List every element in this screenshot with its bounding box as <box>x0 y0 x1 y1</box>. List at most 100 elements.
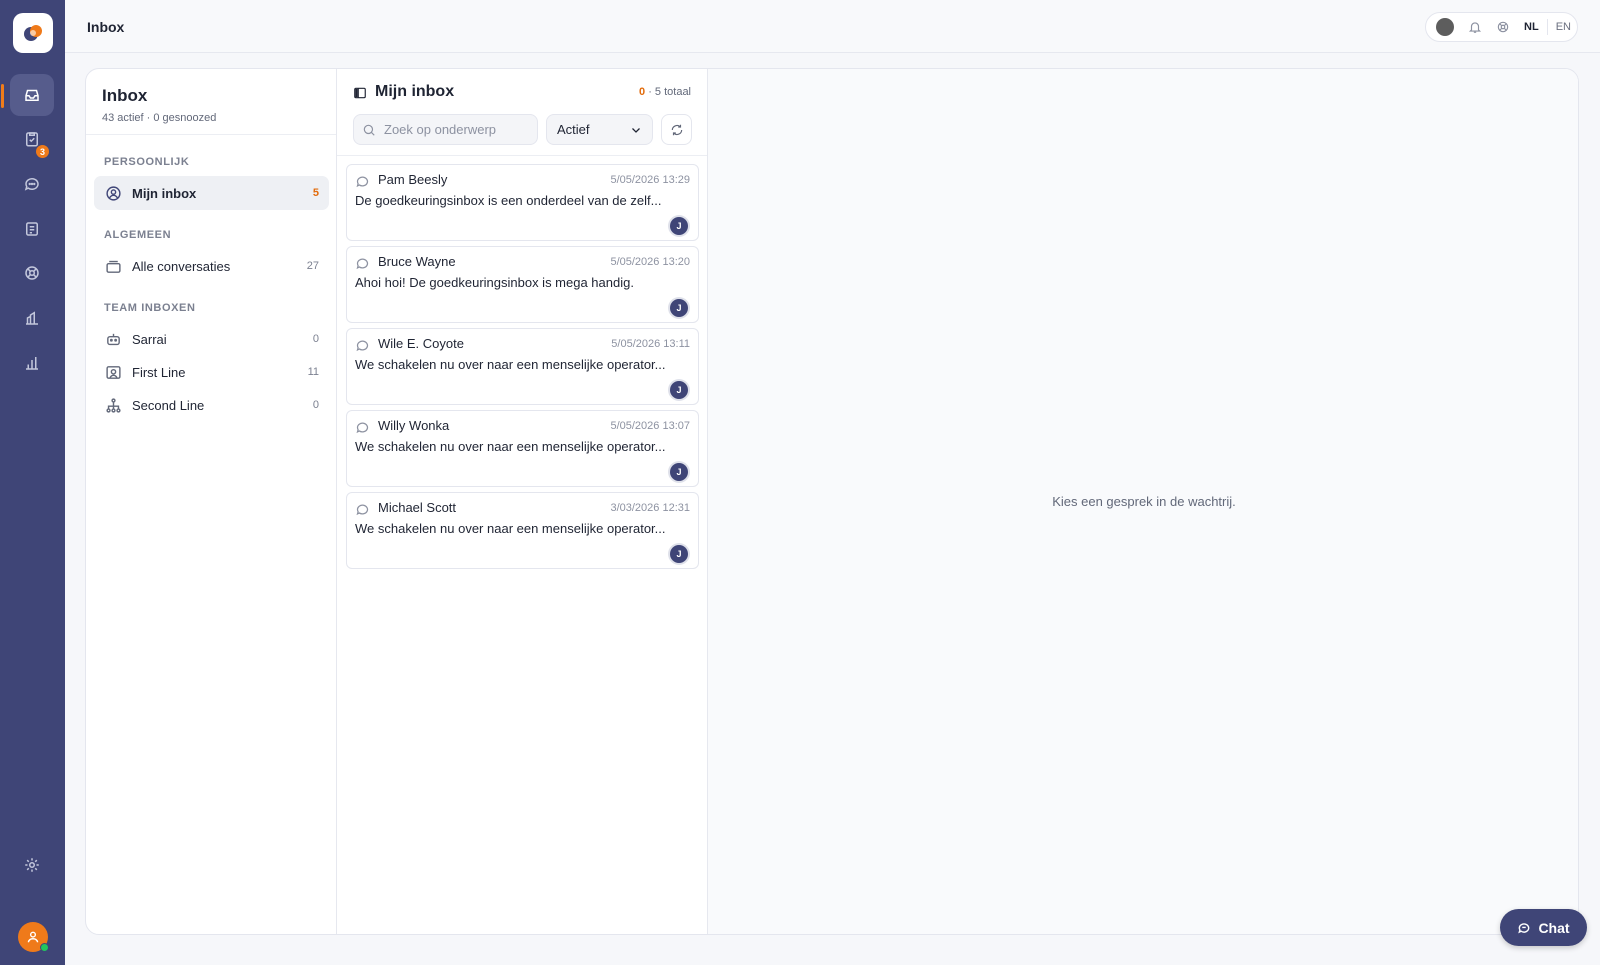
divider <box>86 134 336 135</box>
language-nl[interactable]: NL <box>1524 21 1539 33</box>
search-input[interactable] <box>384 122 524 137</box>
robot-icon <box>104 330 122 348</box>
conversation-name: Bruce Wayne <box>378 254 456 269</box>
bell-icon[interactable] <box>1468 20 1482 34</box>
app-rail: 3 <box>0 0 65 965</box>
assignee-avatar: J <box>670 299 688 317</box>
nav-item-label: Sarrai <box>132 331 167 347</box>
chat-button[interactable]: Chat <box>1500 909 1587 946</box>
conversation-preview: We schakelen nu over naar een menselijke… <box>355 521 666 536</box>
conversation-time: 5/05/2026 13:11 <box>611 338 690 350</box>
conversation-name: Michael Scott <box>378 500 457 515</box>
rail-settings-button[interactable] <box>10 844 54 886</box>
conversation-name: Pam Beesly <box>378 172 448 187</box>
nav-item-second-line[interactable]: Second Line 0 <box>94 388 329 422</box>
sidebar-toggle-icon[interactable] <box>353 86 367 105</box>
gear-icon <box>25 858 39 872</box>
logo-icon <box>24 25 42 41</box>
page-title: Inbox <box>87 19 125 35</box>
conversation-item[interactable]: Wile E. Coyote 5/05/2026 13:11 We schake… <box>346 328 699 405</box>
status-toggle[interactable] <box>1436 18 1455 36</box>
list-count-total: · 5 totaal <box>645 86 691 98</box>
section-personal: PERSOONLIJK <box>104 156 190 168</box>
assignee-avatar: J <box>670 217 688 235</box>
assignee-avatar: J <box>670 545 688 563</box>
rail-analytics-button[interactable] <box>10 342 54 384</box>
inbox-card: Inbox 43 actief · 0 gesnoozed PERSOONLIJ… <box>85 68 1579 935</box>
status-filter-select[interactable]: Actief <box>546 114 653 145</box>
refresh-icon <box>671 124 682 135</box>
document-icon <box>26 222 38 236</box>
rail-reports-button[interactable] <box>10 297 54 339</box>
conversation-time: 3/03/2026 12:31 <box>610 502 690 514</box>
chat-bubble-icon <box>24 178 39 191</box>
active-nav-marker <box>1 84 4 108</box>
online-status-dot <box>40 943 49 952</box>
conversation-preview: We schakelen nu over naar een menselijke… <box>355 357 666 372</box>
tray-icon <box>104 257 122 275</box>
nav-item-label: Second Line <box>132 397 205 413</box>
empty-state-text: Kies een gesprek in de wachtrij. <box>1052 494 1236 509</box>
chevron-down-icon <box>632 127 640 133</box>
lifebuoy-icon[interactable] <box>1496 20 1510 34</box>
conversation-item[interactable]: Bruce Wayne 5/05/2026 13:20 Ahoi hoi! De… <box>346 246 699 323</box>
bar-chart-icon <box>26 357 38 370</box>
list-count: 0 · 5 totaal <box>639 86 691 98</box>
chat-bubble-icon <box>356 258 369 270</box>
conversation-preview: Ahoi hoi! De goedkeuringsinbox is mega h… <box>355 275 634 290</box>
topbar-tools: NL EN <box>1425 12 1578 42</box>
search-box[interactable] <box>353 114 538 145</box>
conversation-item[interactable]: Pam Beesly 5/05/2026 13:29 De goedkeurin… <box>346 164 699 241</box>
conversation-preview: We schakelen nu over naar een menselijke… <box>355 439 666 454</box>
list-title: Mijn inbox <box>375 83 455 100</box>
nav-item-alle-conversaties[interactable]: Alle conversaties 27 <box>94 249 329 283</box>
chat-bubble-icon <box>356 504 369 516</box>
section-team: TEAM INBOXEN <box>104 302 196 314</box>
tasks-badge: 3 <box>36 145 49 158</box>
conversation-name: Willy Wonka <box>378 418 450 433</box>
inbox-nav: Inbox 43 actief · 0 gesnoozed PERSOONLIJ… <box>86 69 337 934</box>
conversation-list: Mijn inbox 0 · 5 totaal Actief Pam Beesl… <box>337 69 708 934</box>
assignee-avatar: J <box>670 463 688 481</box>
nav-item-count: 0 <box>312 399 319 411</box>
chat-bubble-icon <box>356 340 369 352</box>
top-bar: Inbox NL EN <box>65 0 1600 53</box>
nav-item-count: 11 <box>307 366 319 378</box>
chat-bubble-icon <box>356 176 369 188</box>
hierarchy-icon <box>104 396 122 414</box>
rail-support-button[interactable] <box>10 252 54 294</box>
nav-item-sarrai[interactable]: Sarrai 0 <box>94 322 329 356</box>
nav-item-label: First Line <box>132 364 186 380</box>
inbox-icon <box>25 89 39 101</box>
chat-bubble-icon <box>356 422 369 434</box>
chat-button-label: Chat <box>1538 919 1570 936</box>
section-general: ALGEMEEN <box>104 229 172 241</box>
list-header: Mijn inbox 0 · 5 totaal Actief <box>337 69 707 156</box>
conversation-time: 5/05/2026 13:29 <box>610 174 690 186</box>
nav-item-mijn-inbox[interactable]: Mijn inbox 5 <box>94 176 329 210</box>
app-logo[interactable] <box>13 13 53 53</box>
language-en[interactable]: EN <box>1556 21 1571 33</box>
rail-inbox-button[interactable] <box>10 74 54 116</box>
conversation-time: 5/05/2026 13:07 <box>610 420 690 432</box>
language-divider <box>1546 19 1548 35</box>
assignee-avatar: J <box>670 381 688 399</box>
nav-item-label: Mijn inbox <box>132 185 197 201</box>
conversation-item[interactable]: Michael Scott 3/03/2026 12:31 We schakel… <box>346 492 699 569</box>
nav-item-label: Alle conversaties <box>132 258 231 274</box>
lifebuoy-icon <box>25 266 39 280</box>
refresh-button[interactable] <box>661 114 692 145</box>
inbox-title: Inbox <box>102 86 148 105</box>
nav-item-first-line[interactable]: First Line 11 <box>94 355 329 389</box>
search-icon <box>363 124 375 136</box>
rail-documents-button[interactable] <box>10 208 54 250</box>
conversation-detail-empty: Kies een gesprek in de wachtrij. <box>708 69 1578 934</box>
conversation-time: 5/05/2026 13:20 <box>610 256 690 268</box>
agent-screen-icon <box>104 363 122 381</box>
user-circle-icon <box>104 184 122 202</box>
inbox-summary: 43 actief · 0 gesnoozed <box>102 112 217 124</box>
conversation-item[interactable]: Willy Wonka 5/05/2026 13:07 We schakelen… <box>346 410 699 487</box>
status-filter-value: Actief <box>557 122 590 137</box>
user-icon <box>27 931 39 943</box>
rail-chat-button[interactable] <box>10 163 54 205</box>
